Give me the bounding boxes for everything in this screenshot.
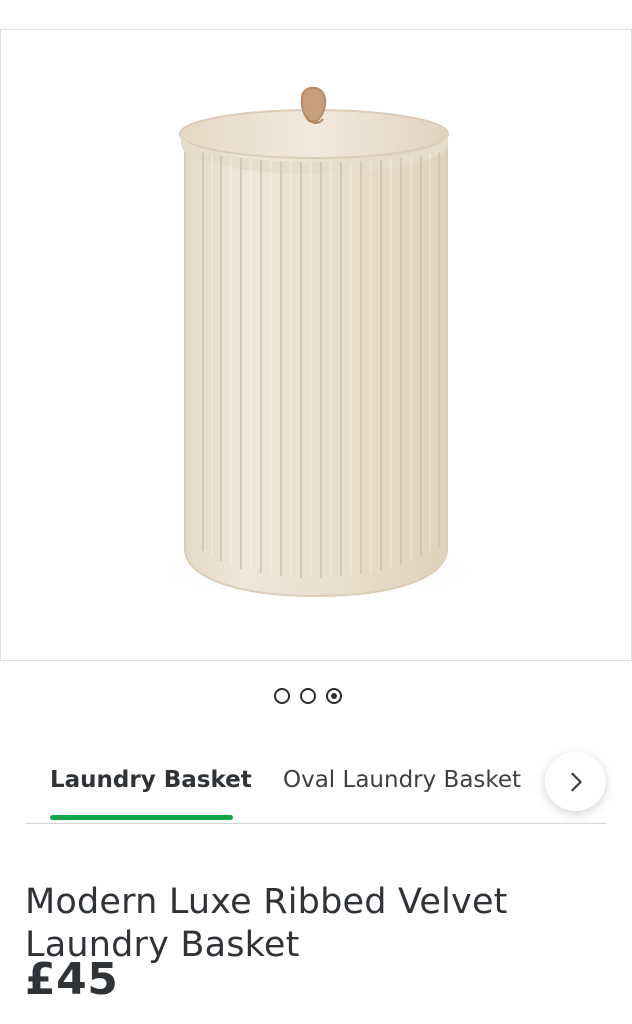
tab-laundry-basket[interactable]: Laundry Basket: [50, 765, 252, 805]
carousel-dots: [274, 685, 358, 707]
carousel-dot-3-active[interactable]: [326, 688, 342, 704]
selected-tab-indicator: [50, 815, 233, 820]
next-tab-button[interactable]: [545, 752, 606, 811]
product-image-frame[interactable]: [0, 29, 632, 661]
variant-tabs: Laundry Basket Oval Laundry Basket: [25, 748, 632, 826]
product-image: [154, 86, 484, 599]
tab-oval-laundry-basket[interactable]: Oval Laundry Basket: [283, 765, 521, 805]
tab-divider: [25, 823, 607, 824]
product-page: Laundry Basket Oval Laundry Basket Moder…: [0, 0, 632, 1024]
carousel-dot-2[interactable]: [300, 688, 316, 704]
carousel-dot-1[interactable]: [274, 688, 290, 704]
chevron-right-icon: [570, 772, 582, 791]
product-price: £45: [25, 954, 119, 1005]
top-strip: [0, 0, 632, 29]
